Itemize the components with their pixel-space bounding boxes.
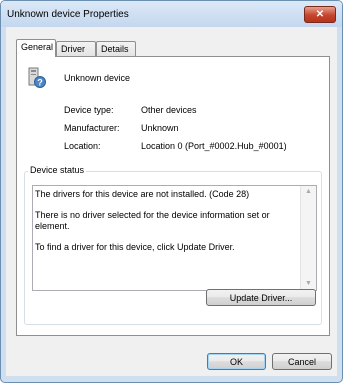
cancel-button[interactable]: Cancel (272, 353, 332, 370)
unknown-device-icon: ? (28, 67, 46, 89)
update-driver-button[interactable]: Update Driver... (206, 289, 316, 306)
title-bar[interactable]: Unknown device Properties ✕ (1, 1, 342, 27)
svg-text:?: ? (37, 78, 43, 88)
ok-button[interactable]: OK (207, 353, 266, 370)
window-title: Unknown device Properties (7, 9, 129, 20)
device-type-label: Device type: (64, 105, 114, 115)
scroll-up-arrow-icon[interactable]: ▲ (301, 186, 316, 198)
tab-details[interactable]: Details (96, 41, 136, 56)
close-button[interactable]: ✕ (304, 6, 336, 23)
location-value: Location 0 (Port_#0002.Hub_#0001) (141, 141, 287, 151)
close-icon: ✕ (315, 9, 325, 20)
device-status-title: Device status (28, 165, 87, 175)
manufacturer-value: Unknown (141, 123, 179, 133)
device-status-textbox[interactable]: The drivers for this device are not inst… (32, 185, 317, 291)
dialog-client-area: General Driver Details ? Unknown device … (6, 27, 337, 376)
device-type-value: Other devices (141, 105, 197, 115)
device-name: Unknown device (64, 73, 131, 83)
tab-driver[interactable]: Driver (56, 41, 96, 56)
properties-window: Unknown device Properties ✕ General Driv… (0, 0, 343, 383)
vertical-scrollbar[interactable]: ▲ ▼ (300, 186, 316, 290)
location-label: Location: (64, 141, 101, 151)
device-status-text: The drivers for this device are not inst… (35, 189, 270, 252)
tab-general[interactable]: General (16, 39, 56, 57)
manufacturer-label: Manufacturer: (64, 123, 120, 133)
